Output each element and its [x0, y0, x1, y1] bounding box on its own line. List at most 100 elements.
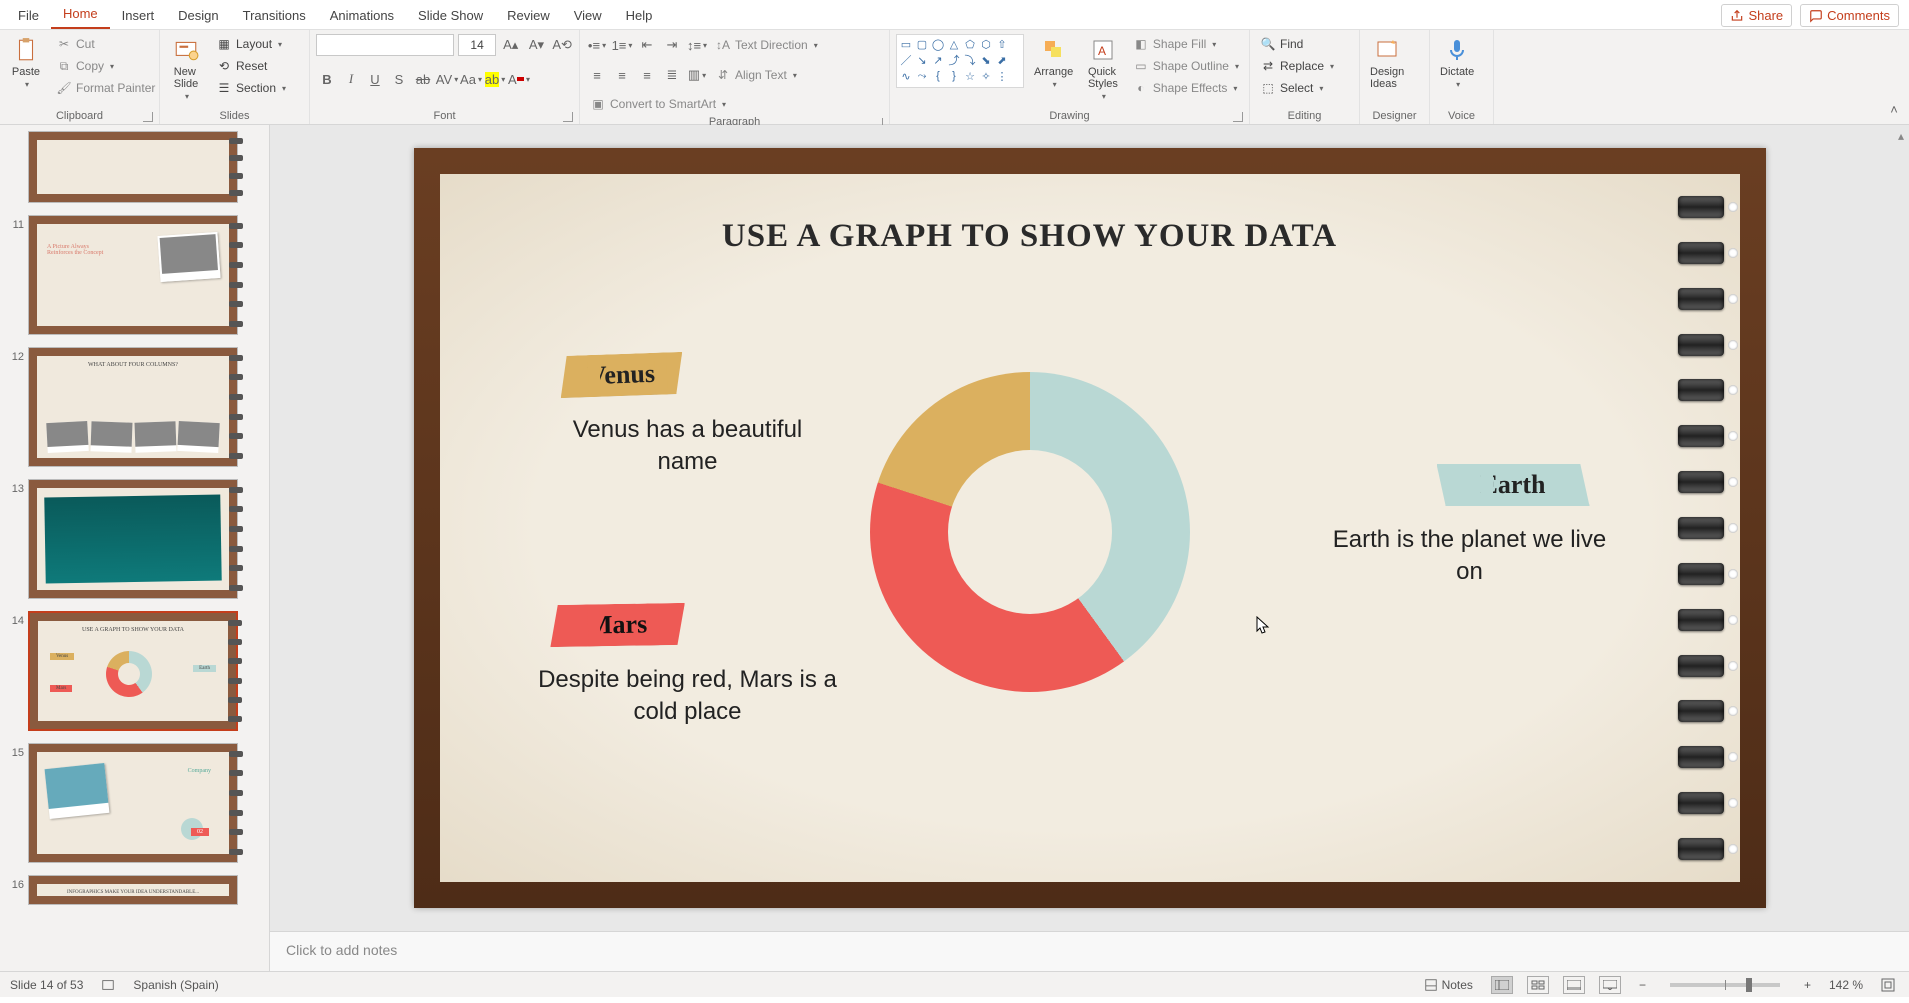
quick-styles-button[interactable]: A Quick Styles▾: [1083, 34, 1123, 103]
cut-button[interactable]: ✂Cut: [52, 34, 159, 54]
columns-button[interactable]: ▥▾: [686, 64, 708, 86]
zoom-out-button[interactable]: −: [1635, 976, 1650, 994]
notes-toggle-button[interactable]: Notes: [1420, 976, 1477, 994]
donut-chart[interactable]: [870, 372, 1190, 692]
new-slide-button[interactable]: New Slide ▾: [166, 34, 206, 103]
normal-view-button[interactable]: [1491, 976, 1513, 994]
slide-thumbnail-13[interactable]: [28, 479, 238, 599]
slide-canvas[interactable]: USE A GRAPH TO SHOW YOUR DATA Venus Venu…: [414, 148, 1766, 908]
align-center-button[interactable]: ≡: [611, 64, 633, 86]
venus-description[interactable]: Venus has a beautiful name: [548, 414, 828, 479]
accessibility-button[interactable]: [97, 976, 119, 994]
arrange-icon: [1043, 39, 1065, 61]
increase-font-size-button[interactable]: A▴: [500, 34, 522, 56]
reset-button[interactable]: ⟲Reset: [212, 56, 290, 76]
slide-thumbnail[interactable]: [28, 131, 238, 203]
select-button[interactable]: ⬚Select▾: [1256, 78, 1338, 98]
section-button[interactable]: ☰Section▾: [212, 78, 290, 98]
dialog-launcher-icon[interactable]: [563, 112, 573, 122]
sorter-view-button[interactable]: [1527, 976, 1549, 994]
tab-transitions[interactable]: Transitions: [231, 2, 318, 29]
bold-button[interactable]: B: [316, 68, 338, 90]
text-direction-button[interactable]: ↕AText Direction▾: [711, 35, 822, 55]
slide-thumbnail-16[interactable]: INFOGRAPHICS MAKE YOUR IDEA UNDERSTANDAB…: [28, 875, 238, 905]
slide-thumbnails-panel[interactable]: 11 A Picture AlwaysReinforces the Concep…: [0, 125, 270, 971]
tab-help[interactable]: Help: [614, 2, 665, 29]
shapes-gallery[interactable]: ▭▢◯△⬠⬡⇧ ／↘↗⤴⤵⬊⬈ ∿⤳{}☆✧⋮: [896, 34, 1024, 88]
dictate-button[interactable]: Dictate▾: [1436, 34, 1478, 91]
slide-thumbnail-12[interactable]: WHAT ABOUT FOUR COLUMNS?: [28, 347, 238, 467]
change-case-button[interactable]: Aa▾: [460, 68, 482, 90]
font-name-input[interactable]: [316, 34, 454, 56]
fit-to-window-button[interactable]: [1877, 976, 1899, 994]
numbering-button[interactable]: 1≡▾: [611, 34, 633, 56]
font-size-input[interactable]: 14: [458, 34, 496, 56]
character-spacing-button[interactable]: AV▾: [436, 68, 458, 90]
shape-effects-button[interactable]: ◐Shape Effects▾: [1129, 78, 1243, 98]
collapse-ribbon-button[interactable]: ˄: [1883, 98, 1905, 120]
tab-home[interactable]: Home: [51, 0, 110, 29]
line-spacing-button[interactable]: ↕≡▾: [686, 34, 708, 56]
dialog-launcher-icon[interactable]: [1233, 112, 1243, 122]
format-painter-button[interactable]: 🖌Format Painter: [52, 78, 159, 98]
text-shadow-button[interactable]: S: [388, 68, 410, 90]
reading-view-button[interactable]: [1563, 976, 1585, 994]
clear-formatting-button[interactable]: A⟲: [551, 34, 573, 56]
mars-description[interactable]: Despite being red, Mars is a cold place: [528, 664, 848, 729]
mars-tape-label[interactable]: Mars: [549, 603, 685, 647]
slide-thumbnail-11[interactable]: A Picture AlwaysReinforces the Concept: [28, 215, 238, 335]
comments-button[interactable]: Comments: [1800, 4, 1899, 27]
decrease-font-size-button[interactable]: A▾: [526, 34, 548, 56]
decrease-indent-button[interactable]: ⇤: [636, 34, 658, 56]
tab-animations[interactable]: Animations: [318, 2, 406, 29]
cut-label: Cut: [76, 37, 95, 51]
tab-insert[interactable]: Insert: [110, 2, 167, 29]
tab-design[interactable]: Design: [166, 2, 230, 29]
find-button[interactable]: 🔍Find: [1256, 34, 1338, 54]
zoom-slider[interactable]: [1670, 983, 1780, 987]
tab-review[interactable]: Review: [495, 2, 562, 29]
dialog-launcher-icon[interactable]: [143, 112, 153, 122]
strikethrough-button[interactable]: ab: [412, 68, 434, 90]
bullets-button[interactable]: •≡▾: [586, 34, 608, 56]
justify-button[interactable]: ≣: [661, 64, 683, 86]
earth-tape-label[interactable]: Earth: [1437, 464, 1590, 506]
paste-button[interactable]: Paste ▾: [6, 34, 46, 91]
zoom-in-button[interactable]: +: [1800, 976, 1815, 994]
align-text-button[interactable]: ⇵Align Text▾: [711, 65, 801, 85]
align-right-button[interactable]: ≡: [636, 64, 658, 86]
earth-description[interactable]: Earth is the planet we live on: [1320, 524, 1620, 589]
font-color-button[interactable]: A▾: [508, 68, 530, 90]
arrange-button[interactable]: Arrange▾: [1030, 34, 1077, 91]
zoom-level-label[interactable]: 142 %: [1829, 978, 1863, 992]
notes-pane[interactable]: Click to add notes: [270, 931, 1909, 971]
align-left-button[interactable]: ≡: [586, 64, 608, 86]
text-highlight-button[interactable]: ab▾: [484, 68, 506, 90]
slide-thumbnail-15[interactable]: Company 02: [28, 743, 238, 863]
svg-text:A: A: [1098, 44, 1106, 58]
tab-view[interactable]: View: [562, 2, 614, 29]
copy-button[interactable]: ⧉Copy▾: [52, 56, 159, 76]
tab-slideshow[interactable]: Slide Show: [406, 2, 495, 29]
share-icon: [1730, 9, 1744, 23]
shape-outline-button[interactable]: ▭Shape Outline▾: [1129, 56, 1243, 76]
slide-thumbnail-14[interactable]: USE A GRAPH TO SHOW YOUR DATA Venus Mars…: [28, 611, 238, 731]
underline-button[interactable]: U: [364, 68, 386, 90]
italic-button[interactable]: I: [340, 68, 362, 90]
group-label-font: Font: [316, 108, 573, 122]
replace-button[interactable]: ⇄Replace▾: [1256, 56, 1338, 76]
shape-fill-button[interactable]: ◧Shape Fill▾: [1129, 34, 1243, 54]
share-button[interactable]: Share: [1721, 4, 1792, 27]
scroll-up-button[interactable]: ▴: [1893, 129, 1909, 141]
venus-tape-label[interactable]: Venus: [559, 352, 683, 398]
language-label[interactable]: Spanish (Spain): [133, 978, 218, 992]
slideshow-view-button[interactable]: [1599, 976, 1621, 994]
tab-file[interactable]: File: [6, 2, 51, 29]
slide-title[interactable]: USE A GRAPH TO SHOW YOUR DATA: [440, 218, 1620, 255]
increase-indent-button[interactable]: ⇥: [661, 34, 683, 56]
design-ideas-button[interactable]: Design Ideas: [1366, 34, 1408, 92]
layout-button[interactable]: ▦Layout▾: [212, 34, 290, 54]
scrollbar-thumb[interactable]: [259, 265, 267, 355]
reset-label: Reset: [236, 59, 267, 73]
convert-smartart-button[interactable]: ▣Convert to SmartArt▾: [586, 94, 730, 114]
